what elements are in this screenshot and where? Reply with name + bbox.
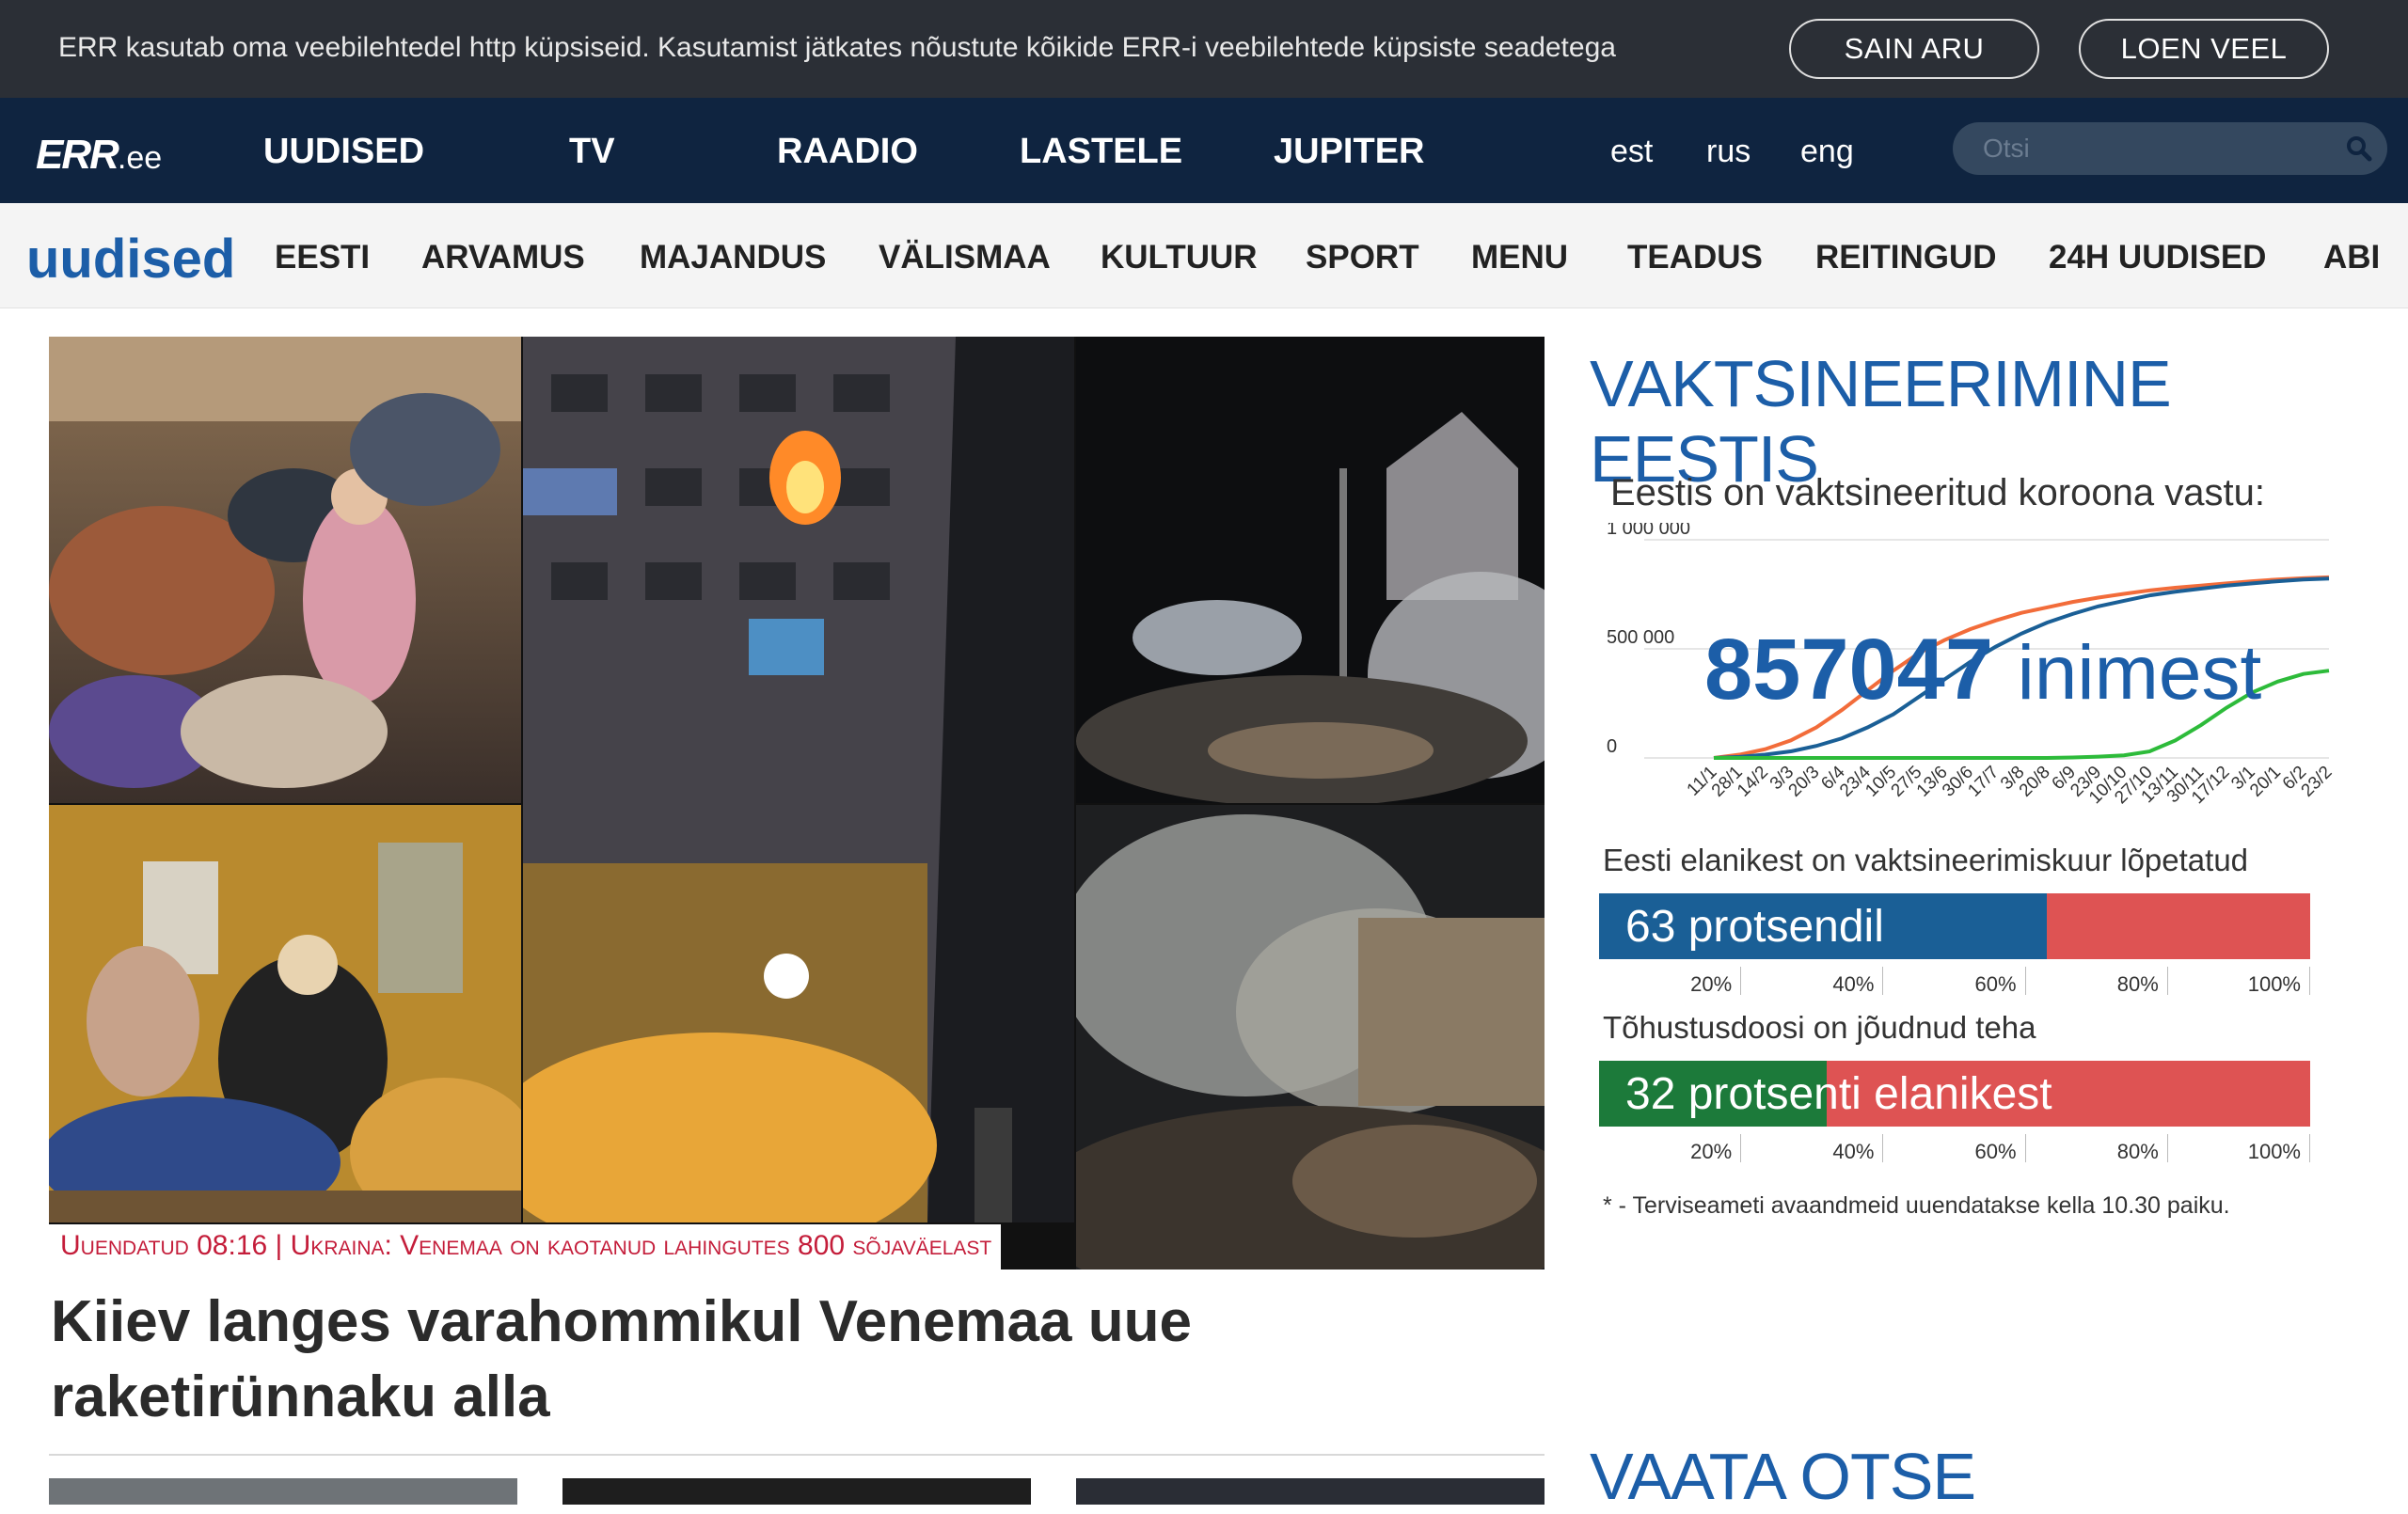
subnav-item-kultuur[interactable]: KULTUUR <box>1101 239 1258 276</box>
subnav-item-teadus[interactable]: TEADUS <box>1627 239 1763 276</box>
subnav-item-eesti[interactable]: EESTI <box>275 239 370 276</box>
bar-tick-label: 40% <box>1832 972 1875 996</box>
section-navigation: uudised EESTI ARVAMUS MAJANDUS VÄLISMAA … <box>0 203 2408 308</box>
bar-tick-label: 60% <box>1974 972 2017 996</box>
nav-item-jupiter[interactable]: JUPITER <box>1274 132 1424 172</box>
photo-shelter-people <box>49 337 521 803</box>
bar-tick-line <box>1740 967 1742 995</box>
subnav-item-majandus[interactable]: MAJANDUS <box>640 239 826 276</box>
nav-item-raadio[interactable]: RAADIO <box>777 132 918 172</box>
x-tick-label: 20/1 <box>2246 763 2285 801</box>
lang-est[interactable]: est <box>1610 134 1653 170</box>
bar-tick-line <box>2166 1134 2168 1162</box>
err-logo[interactable]: ERR.ee <box>36 132 162 179</box>
content-divider <box>49 1454 1545 1456</box>
subnav-item-arvamus[interactable]: ARVAMUS <box>421 239 585 276</box>
subnav-item-valismaa[interactable]: VÄLISMAA <box>879 239 1051 276</box>
completed-course-bar: 63 protsendil <box>1599 893 2310 959</box>
y-tick-label: 0 <box>1607 736 1617 757</box>
x-tick-label: 20/8 <box>2016 763 2054 801</box>
bar-tick-label: 60% <box>1974 1140 2017 1163</box>
photo-house-debris <box>1076 337 1545 803</box>
x-tick-label: 20/3 <box>1785 763 1824 801</box>
logo-text: ERR <box>36 132 119 178</box>
nav-item-tv[interactable]: TV <box>569 132 615 172</box>
section-brand[interactable]: uudised <box>26 228 235 291</box>
cookie-more-button[interactable]: LOEN VEEL <box>2079 19 2329 79</box>
article-thumbnail[interactable] <box>49 1478 517 1505</box>
subnav-item-reitingud[interactable]: REITINGUD <box>1815 239 1997 276</box>
bar-tick-line <box>1882 967 1884 995</box>
bar-tick-label: 80% <box>2116 1140 2159 1163</box>
bar-tick-line <box>2166 967 2168 995</box>
subnav-item-menu[interactable]: MENU <box>1471 239 1568 276</box>
search-input[interactable] <box>1983 132 2321 166</box>
vaccinated-unit: inimest <box>2017 630 2262 716</box>
search-icon[interactable] <box>2344 134 2374 164</box>
subnav-item-abi[interactable]: ABI <box>2323 239 2380 276</box>
photo-smoke-rubble <box>1076 805 1545 1270</box>
bar-tick-label: 100% <box>2247 1140 2301 1163</box>
cookie-banner: ERR kasutab oma veebilehtedel http küpsi… <box>0 0 2408 98</box>
completed-course-text: 63 protsendil <box>1625 902 1884 952</box>
booster-label: Tõhustusdoosi on jõudnud teha <box>1603 1010 2036 1045</box>
y-tick-label: 500 000 <box>1607 627 1674 648</box>
bar-tick-label: 80% <box>2116 972 2159 996</box>
nav-item-lastele[interactable]: LASTELE <box>1020 132 1182 172</box>
search-box <box>1953 122 2387 175</box>
nav-item-uudised[interactable]: UUDISED <box>263 132 424 172</box>
x-tick-label: 14/2 <box>1734 763 1772 801</box>
hero-caption[interactable]: Uuendatud 08:16 | Ukraina: Venemaa on ka… <box>49 1224 1002 1270</box>
article-thumbnail[interactable] <box>1076 1478 1545 1505</box>
article-thumbnail[interactable] <box>562 1478 1031 1505</box>
article-headline[interactable]: Kiiev langes varahommikul Venemaa uue ra… <box>51 1285 1518 1435</box>
bar-tick-label: 100% <box>2247 972 2301 996</box>
bar-tick-label: 40% <box>1832 1140 1875 1163</box>
cookie-agree-button[interactable]: SAIN ARU <box>1789 19 2039 79</box>
x-tick-label: 23/2 <box>2298 763 2337 801</box>
y-tick-label: 1 000 000 <box>1607 523 1690 539</box>
vaccinated-count: 857047 inimest <box>1704 621 2261 719</box>
booster-bar: 32 protsenti elanikest <box>1599 1061 2310 1127</box>
bar-tick-line <box>2309 967 2310 995</box>
bar-tick-line <box>2024 1134 2026 1162</box>
subnav-item-sport[interactable]: SPORT <box>1306 239 1419 276</box>
booster-text: 32 protsenti elanikest <box>1625 1069 2052 1119</box>
cookie-text: ERR kasutab oma veebilehtedel http küpsi… <box>58 32 1616 63</box>
photo-burning-building <box>523 337 1074 1222</box>
photo-yellow-room <box>49 805 521 1222</box>
vaccination-subtitle: Eestis on vaktsineeritud koroona vastu: <box>1610 472 2265 513</box>
data-update-note: * - Terviseameti avaandmeid uuendatakse … <box>1603 1192 2230 1219</box>
lang-eng[interactable]: eng <box>1800 134 1854 170</box>
logo-suffix: .ee <box>117 140 163 176</box>
completed-course-axis: 20% 40% 60% 80% 100% <box>1599 967 2310 996</box>
watch-live-title[interactable]: VAATA OTSE <box>1590 1439 1976 1514</box>
bar-tick-line <box>1882 1134 1884 1162</box>
subnav-item-24h-uudised[interactable]: 24H UUDISED <box>2049 239 2266 276</box>
bar-tick-line <box>1740 1134 1742 1162</box>
booster-axis: 20% 40% 60% 80% 100% <box>1599 1134 2310 1163</box>
bar-tick-line <box>2024 967 2026 995</box>
x-tick-label: 17/7 <box>1964 763 2003 801</box>
bar-tick-label: 20% <box>1690 1140 1733 1163</box>
lang-rus[interactable]: rus <box>1706 134 1751 170</box>
completed-course-label: Eesti elanikest on vaktsineerimiskuur lõ… <box>1603 843 2249 877</box>
vaccinated-number: 857047 <box>1704 622 1993 718</box>
top-navigation: ERR.ee UUDISED TV RAADIO LASTELE JUPITER… <box>0 98 2408 203</box>
hero-image[interactable] <box>49 337 1545 1270</box>
bar-tick-line <box>2309 1134 2310 1162</box>
bar-tick-label: 20% <box>1690 972 1733 996</box>
